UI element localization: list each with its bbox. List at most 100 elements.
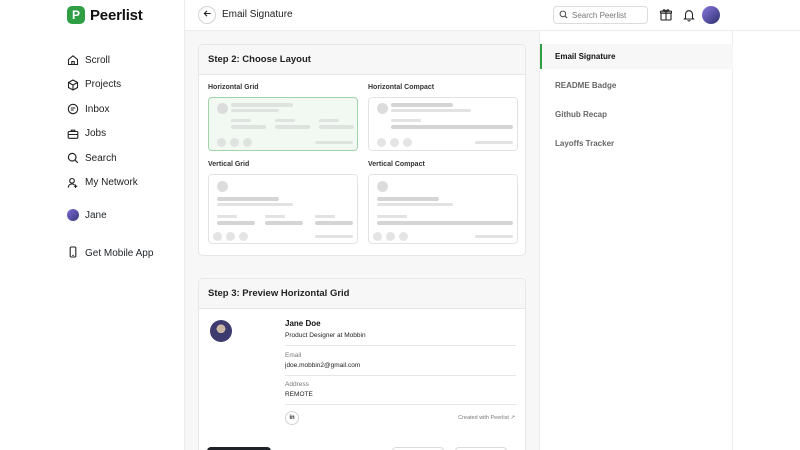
thumb-line [231, 119, 251, 122]
thumb-line [217, 221, 255, 225]
arrow-left-icon [203, 9, 212, 21]
chat-icon [67, 103, 79, 115]
divider [285, 345, 516, 346]
mobile-app-label: Get Mobile App [85, 248, 154, 259]
thumb-line [391, 125, 513, 129]
email-label: Email [285, 352, 302, 359]
thumb-line [315, 215, 335, 218]
thumb-line [319, 119, 339, 122]
thumb-line [231, 109, 279, 112]
gift-button[interactable] [658, 7, 674, 23]
nav-label: My Network [85, 177, 138, 189]
thumb-line [391, 109, 471, 112]
divider [285, 375, 516, 376]
tool-readme-badge[interactable]: README Badge [540, 73, 733, 98]
thumb-avatar [217, 181, 228, 192]
nav-item-jobs[interactable]: Jobs [67, 122, 138, 147]
main-content: Step 2: Choose Layout Horizontal Grid Ho… [185, 31, 540, 450]
header-avatar[interactable] [702, 6, 720, 24]
thumb-line [377, 197, 439, 201]
logo-text: Peerlist [90, 6, 143, 24]
thumb-line [265, 215, 285, 218]
thumb-line [315, 141, 353, 144]
signature-role: Product Designer at Mobbin [285, 332, 366, 339]
left-sidebar: P Peerlist Scroll Projects Inbox Jobs Se… [0, 0, 185, 450]
page-title: Email Signature [222, 9, 293, 20]
top-header: Email Signature Search Peerlist [185, 0, 800, 31]
thumb-line [217, 215, 237, 218]
thumb-line [377, 203, 453, 206]
gift-icon [658, 9, 674, 27]
thumb-line [275, 125, 310, 129]
thumb-social-dot [377, 138, 386, 147]
search-icon [559, 10, 568, 21]
thumb-social-dot [217, 138, 226, 147]
signature-name: Jane Doe [285, 319, 321, 328]
thumb-social-dot [403, 138, 412, 147]
cube-icon [67, 79, 79, 91]
nav-item-inbox[interactable]: Inbox [67, 97, 138, 122]
nav-item-profile[interactable]: Jane [67, 209, 107, 221]
thumb-social-dot [386, 232, 395, 241]
nav-label: Projects [85, 79, 122, 91]
layout-title-horizontal-compact: Horizontal Compact [368, 84, 435, 91]
tool-email-signature[interactable]: Email Signature [540, 44, 733, 69]
thumb-line [231, 103, 293, 107]
thumb-social-dot [373, 232, 382, 241]
thumb-avatar [377, 181, 388, 192]
signature-avatar [210, 320, 232, 342]
thumb-line [265, 221, 303, 225]
notifications-button[interactable] [681, 7, 697, 23]
thumb-line [315, 221, 353, 225]
layout-option-vertical-compact[interactable] [368, 174, 518, 244]
layout-option-horizontal-compact[interactable] [368, 97, 518, 151]
choose-layout-card: Step 2: Choose Layout Horizontal Grid Ho… [198, 44, 526, 256]
user-name: Jane [85, 209, 107, 221]
thumb-line [315, 235, 353, 238]
address-label: Address [285, 381, 309, 388]
thumb-line [319, 125, 354, 129]
avatar [67, 209, 79, 221]
tools-nav: Email Signature README Badge Github Reca… [540, 31, 733, 450]
thumb-social-dot [239, 232, 248, 241]
nav-label: Inbox [85, 103, 110, 115]
layout-option-horizontal-grid[interactable] [208, 97, 358, 151]
peerlist-logo[interactable]: P Peerlist [67, 6, 143, 24]
thumb-line [377, 215, 407, 218]
thumb-line [217, 203, 293, 206]
layout-title-horizontal-grid: Horizontal Grid [208, 84, 259, 91]
phone-icon [67, 246, 79, 261]
search-input[interactable]: Search Peerlist [553, 6, 648, 24]
thumb-avatar [217, 103, 228, 114]
linkedin-icon[interactable]: in [285, 411, 299, 425]
briefcase-icon [67, 128, 79, 140]
search-placeholder: Search Peerlist [572, 10, 627, 20]
get-mobile-app-link[interactable]: Get Mobile App [67, 246, 153, 261]
layout-option-vertical-grid[interactable] [208, 174, 358, 244]
nav-item-projects[interactable]: Projects [67, 73, 138, 98]
thumb-line [475, 141, 513, 144]
logo-mark: P [67, 6, 85, 24]
choose-layout-heading: Step 2: Choose Layout [199, 45, 525, 75]
thumb-social-dot [226, 232, 235, 241]
email-value: jdoe.mobbin2@gmail.com [285, 362, 361, 369]
tool-github-recap[interactable]: Github Recap [540, 102, 733, 127]
thumb-social-dot [390, 138, 399, 147]
thumb-line [231, 125, 266, 129]
thumb-line [377, 221, 513, 225]
divider [285, 404, 516, 405]
tool-layoffs-tracker[interactable]: Layoffs Tracker [540, 131, 733, 156]
nav-label: Search [85, 152, 117, 164]
nav-item-my-network[interactable]: My Network [67, 171, 138, 196]
created-with-peerlist-link[interactable]: Created with Peerlist ↗ [458, 415, 515, 421]
thumb-social-dot [213, 232, 222, 241]
nav-item-scroll[interactable]: Scroll [67, 48, 138, 73]
nav-label: Jobs [85, 128, 107, 140]
nav-item-search[interactable]: Search [67, 146, 138, 171]
thumb-avatar [377, 103, 388, 114]
main-nav: Scroll Projects Inbox Jobs Search My Net… [67, 48, 138, 195]
layout-title-vertical-compact: Vertical Compact [368, 161, 425, 168]
back-button[interactable] [198, 6, 216, 24]
thumb-social-dot [230, 138, 239, 147]
network-icon [67, 177, 79, 189]
